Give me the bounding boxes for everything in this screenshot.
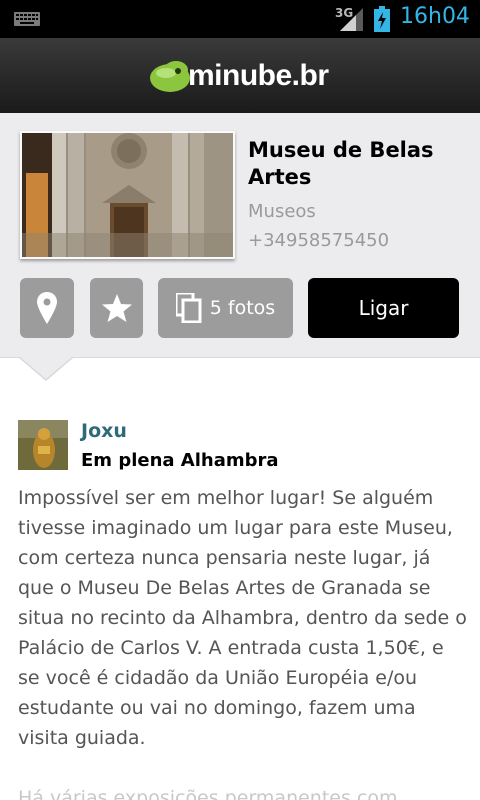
museum-facade-image	[22, 133, 233, 257]
review-more-text: Há várias exposições permanentes com	[18, 787, 398, 800]
avatar-image	[18, 420, 68, 470]
keyboard-icon	[14, 12, 40, 26]
clock: 16h04	[400, 4, 470, 29]
minube-logo[interactable]: minube.br	[148, 56, 329, 96]
logo-cloud-icon	[150, 61, 190, 92]
photos-button[interactable]: 5 fotos	[158, 278, 293, 338]
map-button[interactable]	[20, 278, 74, 338]
battery-charging-icon	[374, 6, 390, 32]
card-pointer	[20, 357, 72, 379]
reviewer-avatar[interactable]	[18, 420, 68, 470]
call-button[interactable]: Ligar	[308, 278, 459, 338]
status-bar: 3G 16h04	[0, 0, 480, 38]
review-author[interactable]: Joxu	[81, 420, 127, 442]
photos-icon	[175, 293, 202, 323]
review-body: Impossível ser em melhor lugar! Se algué…	[18, 487, 467, 749]
star-icon	[101, 294, 132, 322]
review-title: Em plena Alhambra	[81, 450, 279, 471]
call-label: Ligar	[358, 296, 409, 320]
map-pin-icon	[37, 292, 57, 324]
place-card: Museu de Belas Artes Museos +34958575450…	[0, 113, 480, 358]
favorite-button[interactable]	[90, 278, 143, 338]
logo-text: minube.br	[188, 59, 329, 92]
place-category[interactable]: Museos	[248, 201, 316, 222]
signal-icon	[340, 8, 363, 31]
place-phone[interactable]: +34958575450	[248, 230, 389, 251]
place-photo[interactable]	[20, 131, 235, 259]
place-title: Museu de Belas Artes	[248, 138, 434, 189]
app-header: minube.br	[0, 38, 480, 113]
photos-label: 5 fotos	[209, 297, 276, 319]
